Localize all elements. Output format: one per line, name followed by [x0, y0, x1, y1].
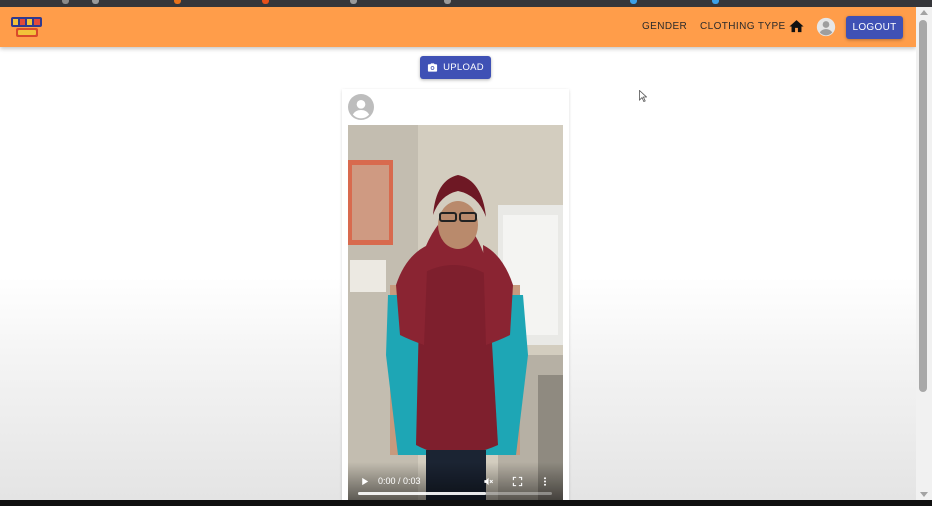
scroll-up-arrow-icon[interactable] [920, 10, 928, 15]
bottom-screen-strip [0, 500, 932, 506]
fullscreen-icon[interactable] [512, 476, 523, 487]
vertical-scrollbar[interactable] [916, 7, 932, 500]
tab-favicon [712, 0, 719, 4]
scrollbar-thumb[interactable] [919, 20, 927, 392]
tab-favicon [350, 0, 357, 4]
logo-icon[interactable] [10, 14, 43, 40]
more-options-icon[interactable] [542, 476, 548, 487]
scroll-down-arrow-icon[interactable] [920, 492, 928, 497]
logout-button[interactable]: LOGOUT [846, 16, 903, 39]
video-progress-bar[interactable] [358, 492, 552, 495]
nav-gender[interactable]: GENDER [642, 21, 687, 32]
page-viewport: GENDER CLOTHING TYPE LOGOUT UPLOAD 0:00 … [0, 7, 916, 500]
tab-favicon [630, 0, 637, 4]
post-card: 0:00 / 0:03 [342, 89, 569, 500]
volume-off-icon[interactable] [483, 476, 494, 487]
browser-tab-strip [0, 0, 932, 7]
tab-favicon [92, 0, 99, 4]
mouse-cursor-icon [639, 90, 647, 102]
video-frame [348, 125, 563, 500]
nav-clothing-type[interactable]: CLOTHING TYPE [700, 21, 786, 32]
video-progress-fill [358, 492, 487, 495]
video-time: 0:00 / 0:03 [378, 476, 421, 486]
home-icon[interactable] [788, 18, 805, 35]
video-controls: 0:00 / 0:03 [348, 462, 563, 500]
upload-label: UPLOAD [443, 62, 484, 73]
camera-icon [427, 63, 438, 72]
play-icon[interactable] [359, 476, 370, 487]
tab-favicon [174, 0, 181, 4]
tab-favicon [62, 0, 69, 4]
account-circle-icon[interactable] [816, 17, 836, 37]
upload-button[interactable]: UPLOAD [420, 56, 491, 79]
video-player[interactable]: 0:00 / 0:03 [348, 125, 563, 500]
app-bar: GENDER CLOTHING TYPE LOGOUT [0, 7, 916, 47]
tab-favicon [444, 0, 451, 4]
avatar-icon [348, 94, 374, 120]
tab-favicon [262, 0, 269, 4]
